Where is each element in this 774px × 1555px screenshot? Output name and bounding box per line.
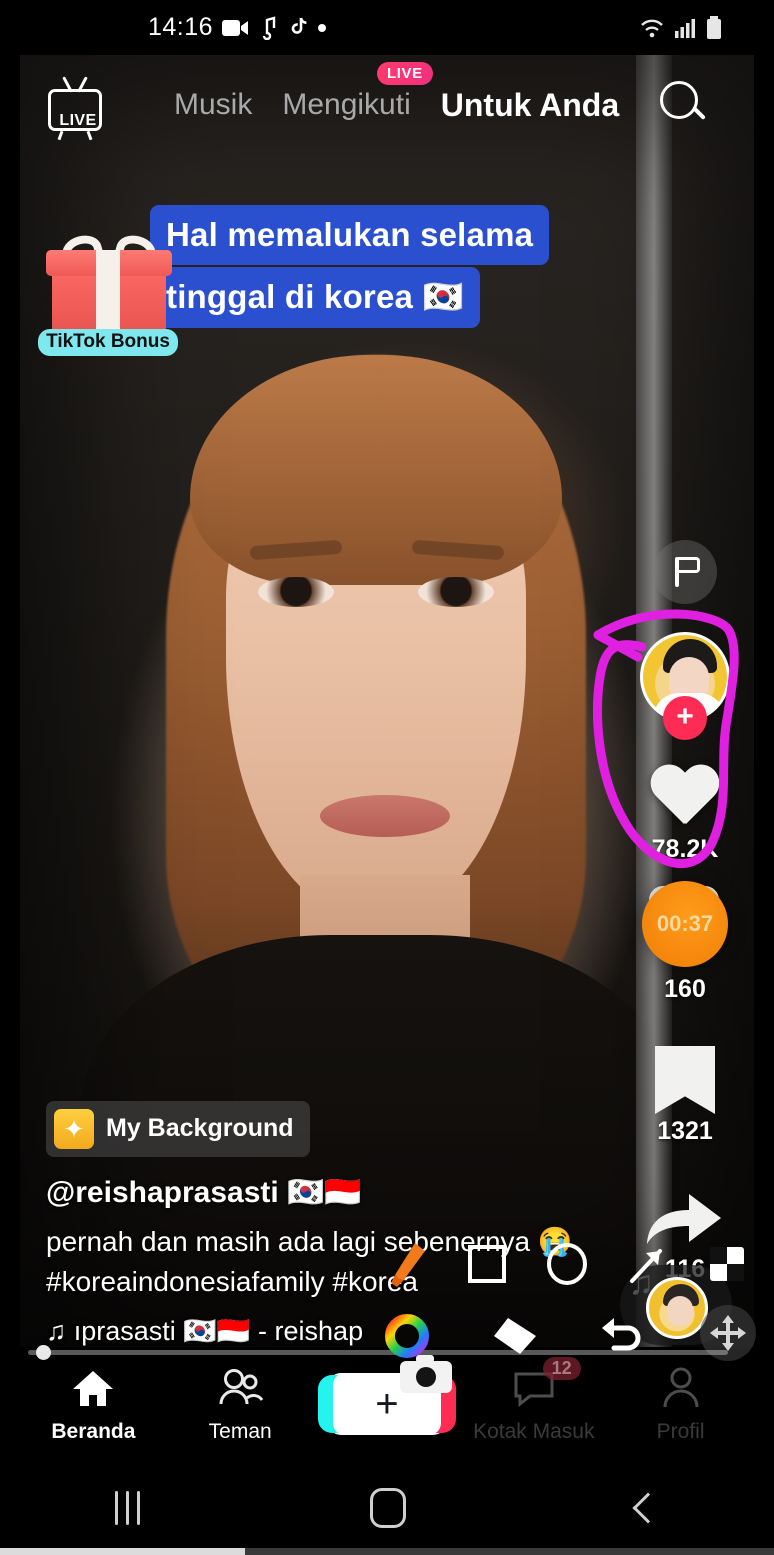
status-left-cluster: 14:16 <box>148 13 327 42</box>
author-avatar-follow[interactable]: + <box>630 632 740 740</box>
annotation-spacer <box>700 1309 754 1363</box>
tiktok-bonus-label: TikTok Bonus <box>38 329 178 356</box>
caption-line-2: tinggal di korea 🇰🇷 <box>150 267 480 328</box>
avatar-wrap[interactable]: + <box>640 632 730 740</box>
music-label: ♫ ıprasasti 🇰🇷🇮🇩 - reishap <box>46 1316 364 1346</box>
camera-icon[interactable] <box>398 1351 454 1397</box>
heart-icon <box>649 766 721 832</box>
bottom-nav-profil-label: Profil <box>656 1419 705 1443</box>
arrow-icon[interactable] <box>620 1237 674 1291</box>
tab-mengikuti-label: Mengikuti <box>282 88 411 121</box>
caption-line-1: Hal memalukan selama <box>150 205 550 266</box>
tab-musik[interactable]: Musik <box>174 88 252 122</box>
gesture-progress-bar <box>0 1548 774 1555</box>
video-caption-overlay: Hal memalukan selama tinggal di korea 🇰🇷 <box>150 205 610 330</box>
gift-ribbon-icon <box>96 250 120 336</box>
bookmark-button[interactable]: 1321 <box>630 1046 740 1146</box>
status-right-cluster <box>640 15 722 40</box>
back-chevron-icon[interactable] <box>632 1491 664 1524</box>
signal-icon <box>675 17 697 39</box>
search-icon-handle <box>692 105 706 120</box>
search-icon[interactable] <box>660 81 708 129</box>
phone-screen: 14:16 LIVE Musik Mengikuti LIVE Untuk An… <box>0 0 774 1555</box>
bottom-nav-beranda-label: Beranda <box>51 1419 136 1443</box>
like-count: 78.2K <box>651 835 719 863</box>
bottom-nav-kotak-masuk-label: Kotak Masuk <box>473 1419 595 1443</box>
live-tv-body: LIVE <box>48 89 102 131</box>
battery-icon <box>706 15 722 40</box>
live-tv-label: LIVE <box>59 112 97 129</box>
video-subject-mouth <box>320 795 450 837</box>
gesture-progress-fill <box>0 1548 245 1555</box>
report-button[interactable] <box>630 540 740 604</box>
brush-icon[interactable] <box>380 1237 434 1291</box>
annotation-tools-row-1 <box>380 1237 754 1291</box>
home-square-icon[interactable] <box>370 1487 407 1528</box>
video-subject-bangs <box>190 355 562 585</box>
eraser-icon[interactable] <box>487 1309 541 1363</box>
top-navigation-bar: LIVE Musik Mengikuti LIVE Untuk Anda <box>20 55 754 155</box>
tab-mengikuti[interactable]: Mengikuti LIVE <box>282 62 433 122</box>
tiktok-icon <box>287 16 309 40</box>
square-icon[interactable] <box>460 1237 514 1291</box>
bottom-nav-beranda[interactable]: Beranda <box>20 1365 167 1444</box>
like-button[interactable]: 78.2K <box>630 766 740 864</box>
home-icon <box>20 1365 167 1411</box>
author-handle[interactable]: @reishaprasasti 🇰🇷🇮🇩 <box>46 1175 626 1210</box>
tiktok-bonus-sticker[interactable]: TikTok Bonus <box>38 231 178 356</box>
my-background-tag[interactable]: My Background <box>46 1100 310 1157</box>
live-tv-icon[interactable]: LIVE <box>48 79 102 131</box>
music-note-icon <box>258 15 278 40</box>
video-subject-eye-left <box>258 577 334 607</box>
shapes-icon[interactable] <box>700 1237 754 1291</box>
tab-untuk-anda[interactable]: Untuk Anda <box>441 87 619 124</box>
screen-recorder-timer[interactable]: 00:37 <box>642 881 728 968</box>
create-plus-glyph: + <box>375 1382 399 1426</box>
live-tv-feet <box>55 131 95 134</box>
my-background-label: My Background <box>106 1114 294 1143</box>
video-subject-eye-right <box>418 577 494 607</box>
action-rail: + 78.2K 00:37 160 1321 116 <box>630 540 740 1290</box>
flag-cloth <box>678 557 700 573</box>
dot-icon <box>318 23 327 32</box>
recents-icon[interactable] <box>115 1490 141 1525</box>
comment-count: 160 <box>664 975 706 1003</box>
magic-wand-icon <box>54 1108 94 1149</box>
comment-icon-wrap: 00:37 <box>637 880 733 972</box>
circle-icon[interactable] <box>540 1237 594 1291</box>
wifi-icon <box>640 17 666 39</box>
flag-icon <box>653 540 717 604</box>
video-camera-icon <box>222 18 249 38</box>
undo-icon[interactable] <box>593 1309 647 1363</box>
live-badge: LIVE <box>377 62 433 85</box>
comment-button[interactable]: 00:37 160 <box>630 880 740 1004</box>
search-icon-ring <box>660 81 698 119</box>
bookmark-count: 1321 <box>657 1117 713 1145</box>
follow-button[interactable]: + <box>663 696 707 740</box>
android-status-bar: 14:16 <box>0 0 774 55</box>
bottom-nav-teman-label: Teman <box>208 1419 272 1443</box>
status-clock: 14:16 <box>148 13 214 41</box>
bookmark-icon <box>655 1046 715 1114</box>
friends-icon <box>167 1365 314 1411</box>
bottom-nav-teman[interactable]: Teman <box>167 1365 314 1444</box>
android-navigation-bar <box>0 1460 774 1555</box>
nav-tabs: Musik Mengikuti LIVE Untuk Anda <box>174 62 619 124</box>
